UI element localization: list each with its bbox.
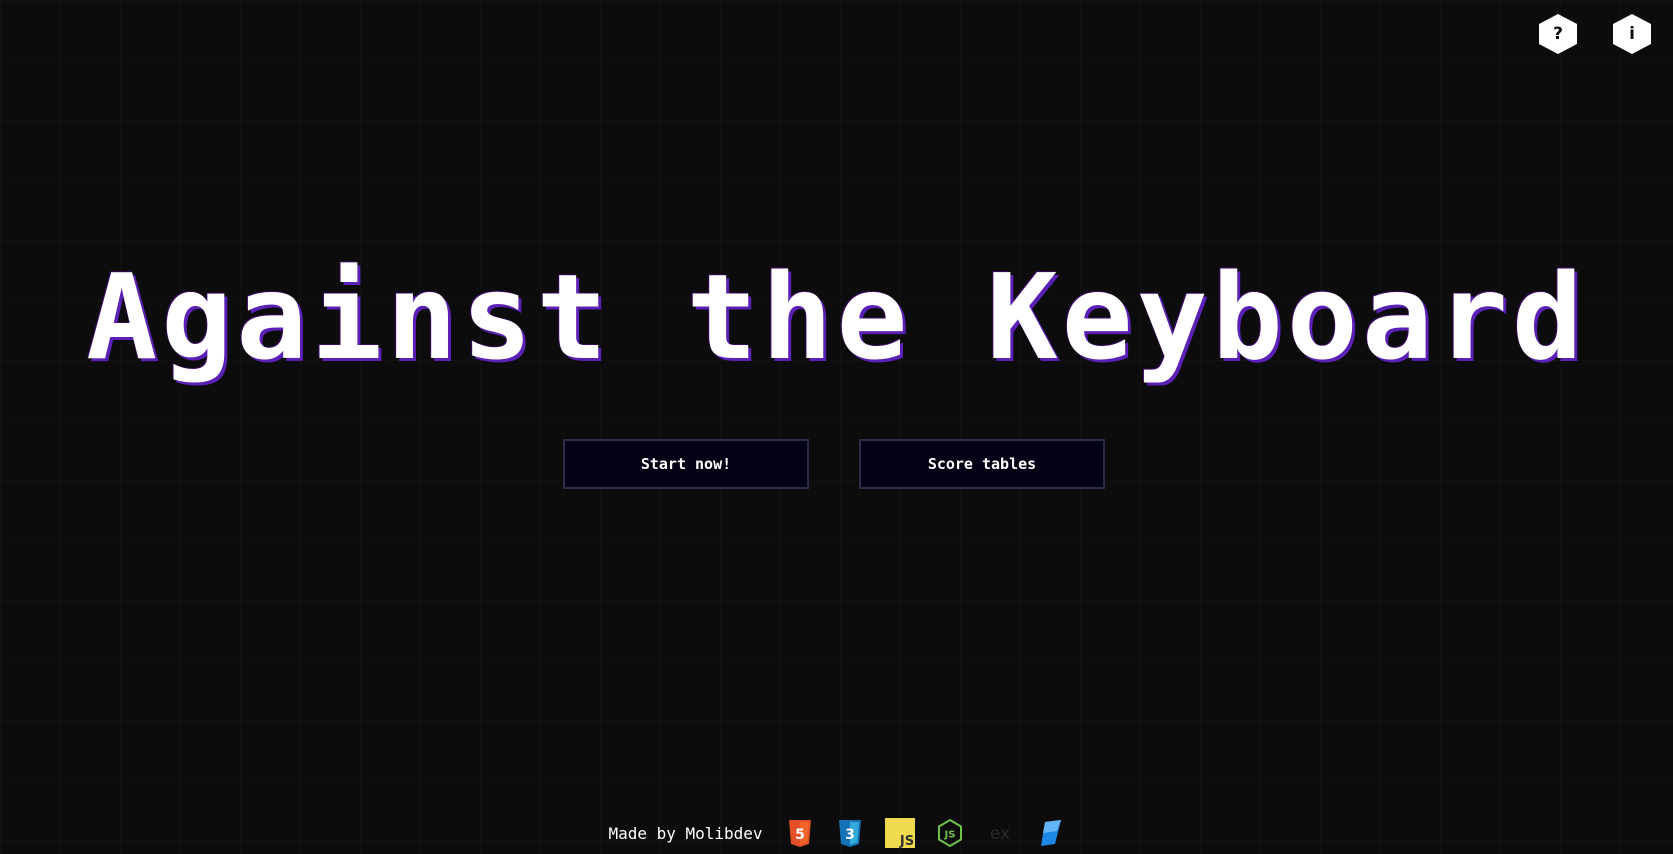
svg-text:JS: JS — [943, 830, 955, 841]
made-by-text: Made by Molibdev — [608, 823, 763, 843]
info-glyph: i — [1629, 24, 1635, 44]
score-tables-button[interactable]: Score tables — [859, 439, 1105, 489]
sequelize-icon — [1035, 818, 1065, 848]
express-glyph: ex — [989, 824, 1009, 844]
svg-text:5: 5 — [795, 827, 805, 843]
javascript-icon: JS — [884, 818, 915, 848]
help-icon[interactable]: ? — [1539, 14, 1577, 54]
info-icon[interactable]: i — [1613, 14, 1651, 54]
help-glyph: ? — [1553, 24, 1563, 44]
page-title: Against the Keyboard — [86, 248, 1587, 386]
nodejs-icon: JS — [935, 818, 965, 848]
main-actions: Start now! Score tables — [563, 439, 1105, 489]
javascript-glyph: JS — [898, 834, 913, 848]
footer: Made by Molibdev 5 3 JS JS ex — [0, 818, 1673, 848]
svg-text:3: 3 — [845, 827, 855, 843]
start-now-button[interactable]: Start now! — [563, 439, 809, 489]
html5-icon: 5 — [785, 818, 815, 848]
css3-icon: 3 — [835, 818, 865, 848]
express-icon: ex — [985, 818, 1015, 848]
top-icons: ? i — [1539, 14, 1651, 54]
